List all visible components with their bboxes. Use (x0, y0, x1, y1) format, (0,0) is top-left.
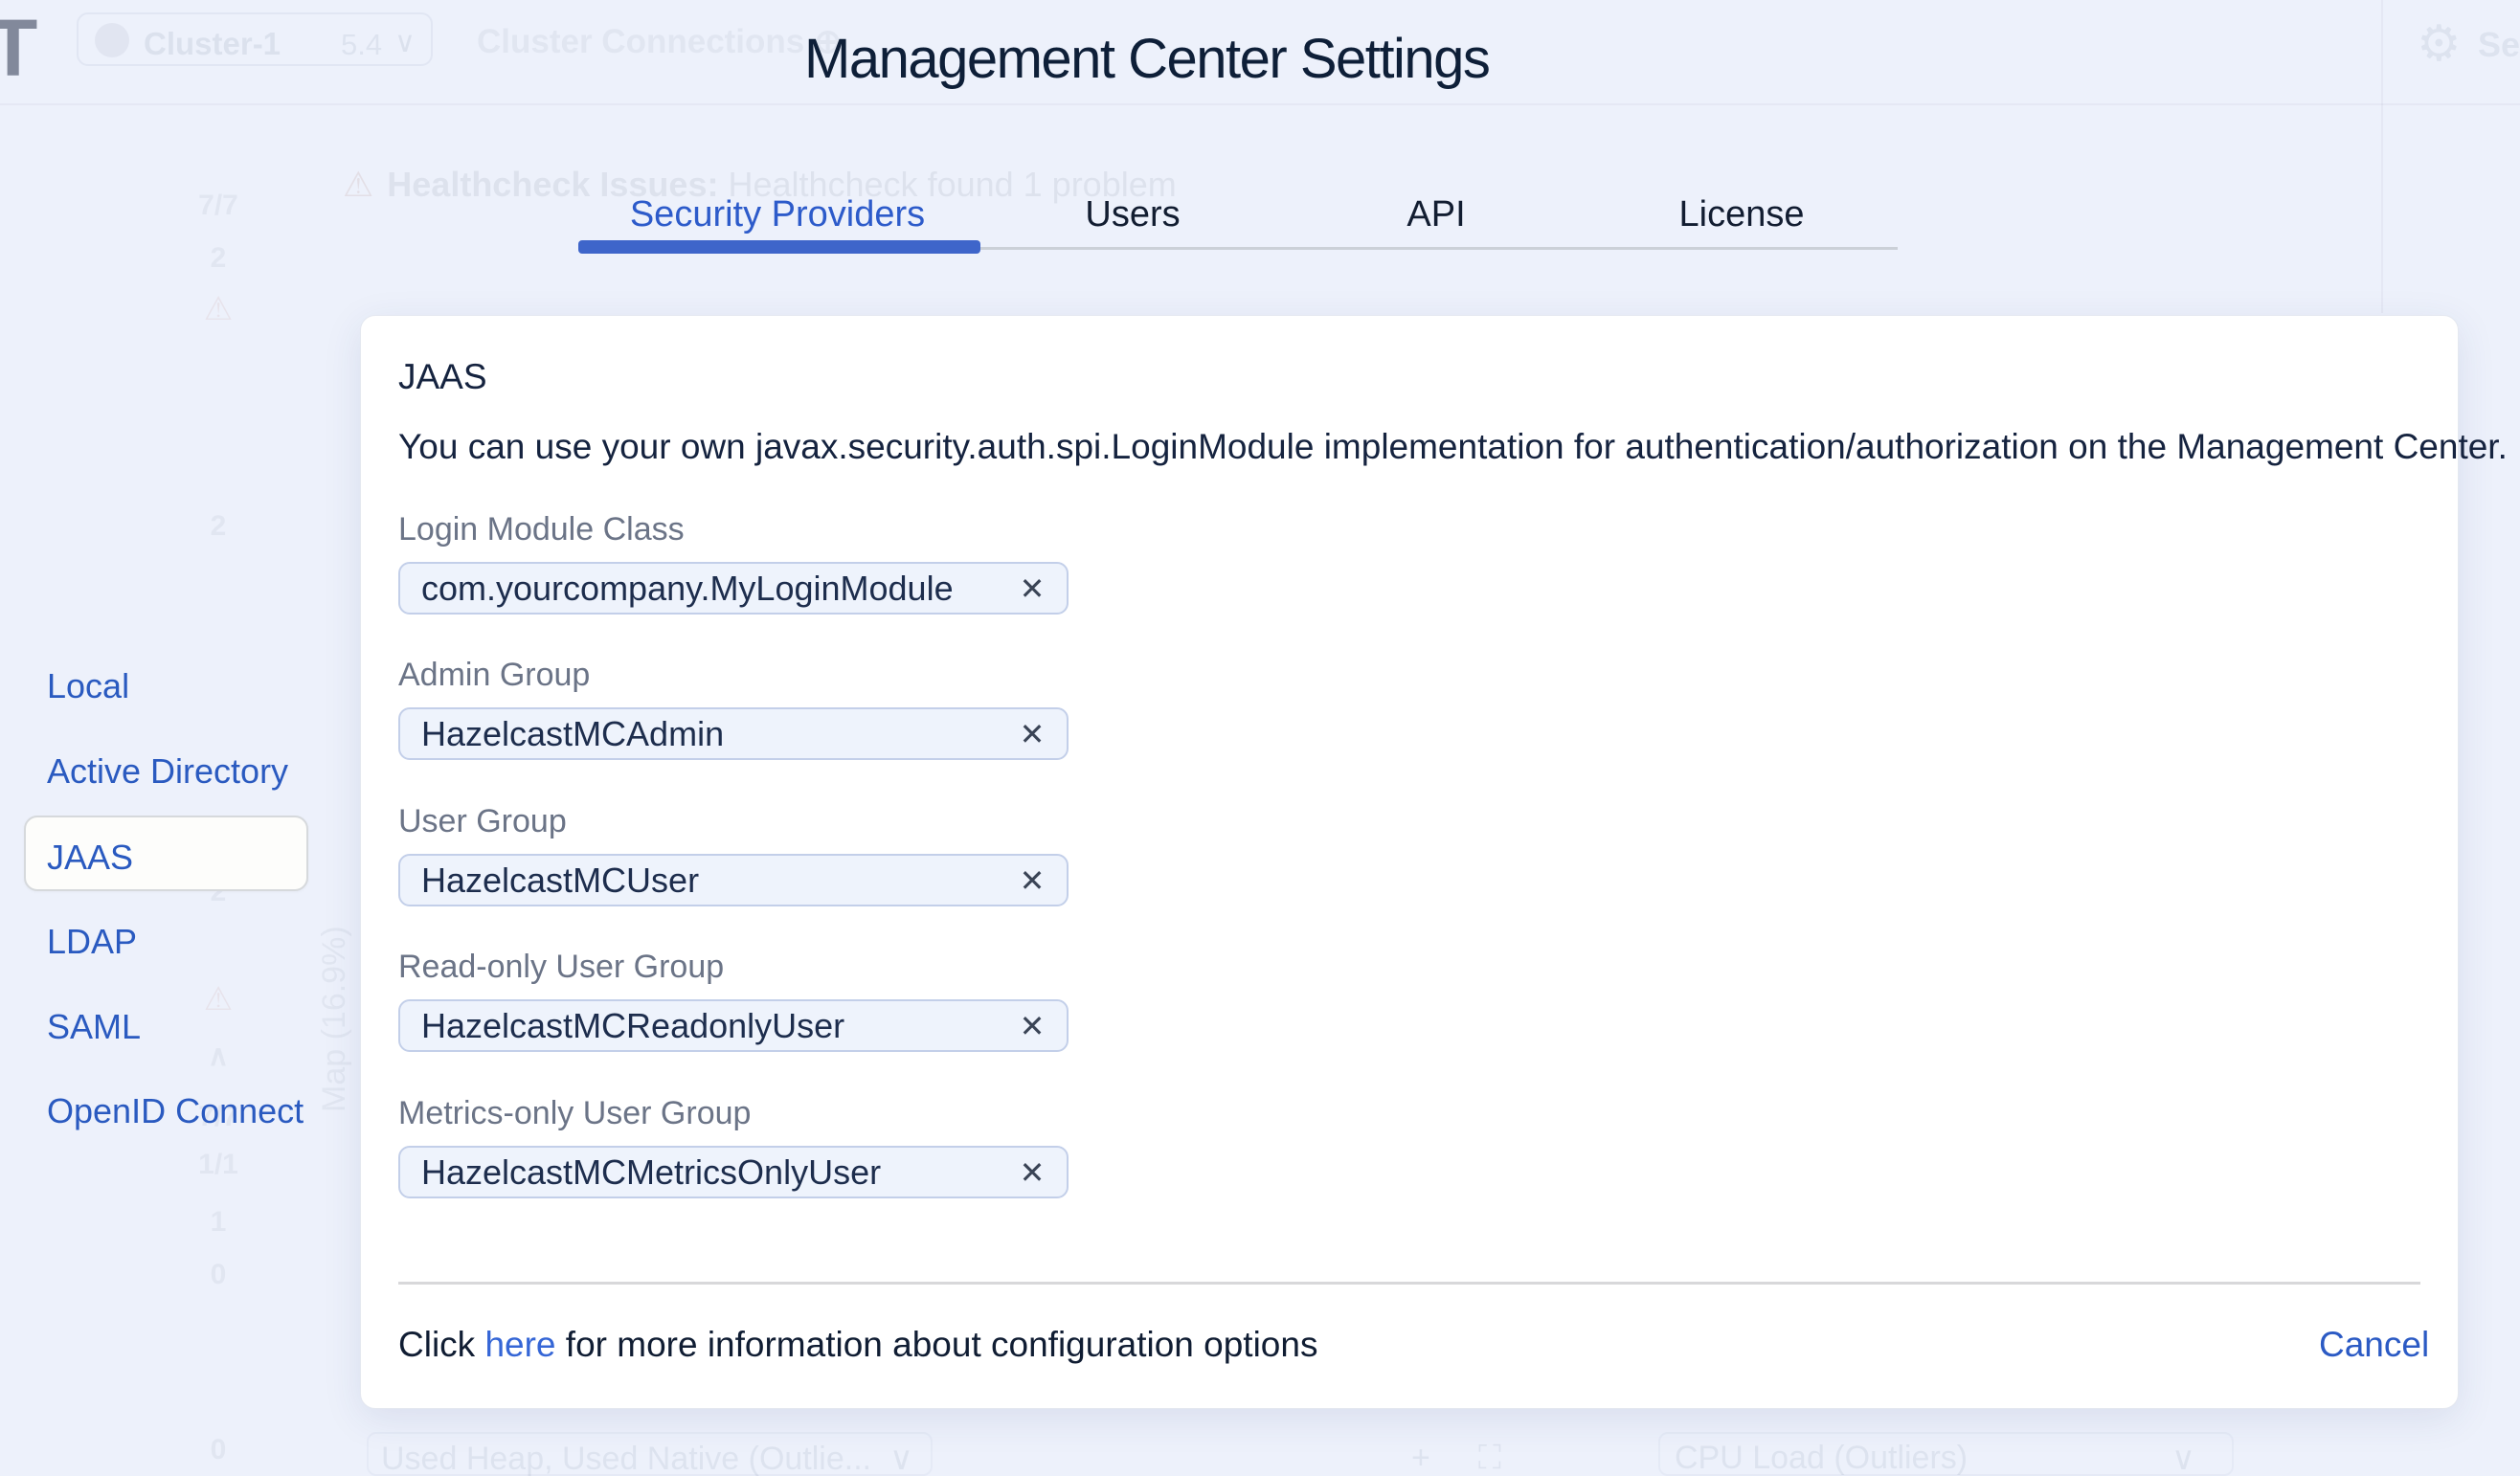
input-value: HazelcastMCUser (421, 860, 700, 900)
field-label: Login Module Class (398, 511, 685, 548)
field-label: Admin Group (398, 657, 591, 693)
input-value: HazelcastMCAdmin (421, 713, 725, 753)
metrics-only-user-group-input[interactable]: HazelcastMCMetricsOnlyUser ✕ (398, 1146, 1069, 1198)
sidebar-item-ldap[interactable]: LDAP (47, 922, 137, 962)
chevron-down-icon: ∨ (2171, 1441, 2195, 1476)
warning-icon: ⚠ (343, 165, 374, 204)
hazelcast-logo: T (0, 3, 38, 93)
rail-badge: 2 (210, 242, 227, 274)
active-tab-indicator (578, 240, 980, 254)
tab-security-providers[interactable]: Security Providers (630, 194, 925, 235)
field-label: Metrics-only User Group (398, 1095, 752, 1131)
sidebar-item-saml[interactable]: SAML (47, 1007, 141, 1047)
admin-group-input[interactable]: HazelcastMCAdmin ✕ (398, 707, 1069, 760)
footer-divider (398, 1282, 2420, 1285)
chevron-up-icon: ∧ (208, 1040, 229, 1072)
clear-icon[interactable]: ✕ (1011, 1005, 1053, 1047)
clear-icon[interactable]: ✕ (1011, 1152, 1053, 1194)
gear-icon: ⚙ (2417, 16, 2462, 72)
expand-icon: ⛶ (1478, 1440, 1501, 1476)
panel-heading: JAAS (398, 357, 487, 396)
tab-license[interactable]: License (1679, 194, 1805, 235)
footer-help-text: Click here for more information about co… (398, 1325, 1318, 1364)
tab-api[interactable]: API (1406, 194, 1465, 235)
field-metrics-only-user-group: Metrics-only User Group HazelcastMCMetri… (398, 1095, 1069, 1198)
rail-badge: 0 (210, 1259, 227, 1290)
warning-icon: ⚠ (203, 981, 234, 1018)
input-value: HazelcastMCMetricsOnlyUser (421, 1152, 882, 1192)
sidebar-item-active-directory[interactable]: Active Directory (47, 751, 288, 792)
cpu-load-chart-title: CPU Load (Outliers) (1675, 1440, 1969, 1476)
field-label: Read-only User Group (398, 949, 725, 985)
tab-users[interactable]: Users (1085, 194, 1180, 235)
user-group-input[interactable]: HazelcastMCUser ✕ (398, 854, 1069, 906)
settings-label: Settings (2478, 25, 2520, 64)
clear-icon[interactable]: ✕ (1011, 568, 1053, 610)
field-login-module-class: Login Module Class com.yourcompany.MyLog… (398, 511, 1069, 615)
topbar-divider (0, 103, 2520, 105)
field-admin-group: Admin Group HazelcastMCAdmin ✕ (398, 657, 1069, 760)
sidebar-item-jaas[interactable]: JAAS (47, 838, 133, 878)
input-value: HazelcastMCReadonlyUser (421, 1005, 845, 1045)
sidebar-item-openid-connect[interactable]: OpenID Connect (47, 1091, 304, 1131)
clear-icon[interactable]: ✕ (1011, 713, 1053, 755)
jaas-settings-panel: JAAS You can use your own javax.security… (360, 315, 2508, 1409)
page-title: Management Center Settings (804, 28, 1491, 90)
used-heap-chart-title: Used Heap, Used Native (Outlie... ∨ (381, 1441, 913, 1476)
panel-description: You can use your own javax.security.auth… (398, 427, 2508, 466)
clear-icon[interactable]: ✕ (1011, 860, 1053, 902)
input-value: com.yourcompany.MyLoginModule (421, 568, 954, 608)
rail-badge: 1 (210, 1206, 227, 1238)
chevron-down-icon: ∨ (889, 1441, 913, 1476)
warning-icon: ⚠ (203, 291, 234, 327)
chevron-down-icon: ∨ (394, 27, 416, 58)
background-column-divider (2381, 0, 2383, 313)
cluster-version: 5.4 (341, 28, 383, 61)
cluster-selector: Cluster-1 5.4 ∨ (77, 12, 433, 66)
cancel-button[interactable]: Cancel (2319, 1325, 2429, 1365)
rail-badge: 2 (210, 510, 227, 542)
readonly-user-group-input[interactable]: HazelcastMCReadonlyUser ✕ (398, 999, 1069, 1052)
cluster-avatar (95, 23, 129, 57)
sidebar-item-local[interactable]: Local (47, 666, 129, 706)
rail-badge: 7/7 (198, 190, 238, 221)
plus-icon: + (1411, 1440, 1430, 1476)
field-label: User Group (398, 803, 567, 839)
field-readonly-user-group: Read-only User Group HazelcastMCReadonly… (398, 949, 1069, 1052)
map-axis-label: Map (16.9%) (316, 926, 352, 1112)
field-user-group: User Group HazelcastMCUser ✕ (398, 803, 1069, 906)
rail-badge: 0 (210, 1434, 227, 1465)
here-link[interactable]: here (484, 1325, 555, 1364)
login-module-class-input[interactable]: com.yourcompany.MyLoginModule ✕ (398, 562, 1069, 615)
cluster-name: Cluster-1 (144, 26, 281, 61)
cluster-connections-label: Cluster Connections ⊕ (477, 23, 843, 60)
rail-badge: 1/1 (198, 1149, 238, 1180)
